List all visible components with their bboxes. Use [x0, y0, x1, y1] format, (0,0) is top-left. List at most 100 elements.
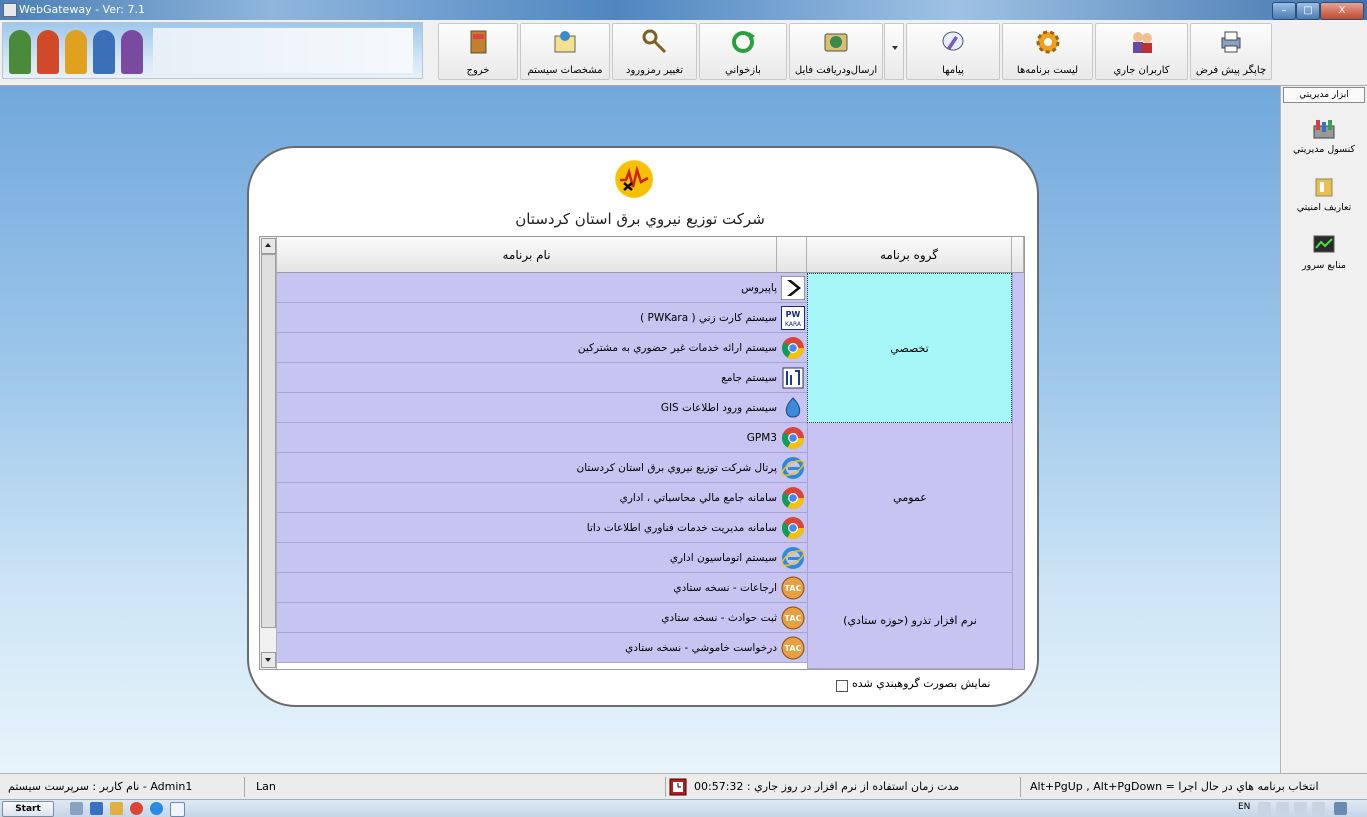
toolbar-label: كاربران جاري	[1113, 65, 1170, 76]
default-printer-button[interactable]: چاپگر پيش فرض	[1190, 23, 1272, 80]
security-definitions-item[interactable]: تعاريف امنيتي	[1281, 176, 1367, 213]
table-row[interactable]: سيستم اتوماسيون اداري	[277, 543, 807, 573]
app-icon	[3, 3, 17, 17]
programs-grid: نام برنامه گروه برنامه پاپيروس PW KARA سي…	[259, 236, 1025, 670]
gis-icon	[785, 397, 801, 418]
admin-console-icon	[1313, 120, 1335, 139]
grid-filler-column	[1012, 273, 1024, 669]
maximize-button[interactable]: □	[1296, 2, 1320, 20]
admin-tools-title[interactable]: ابزار مديريتي	[1283, 87, 1365, 103]
system-info-icon	[554, 31, 576, 53]
file-transfer-button[interactable]: ارسال‌ودريافت فايل	[789, 23, 883, 80]
chrome-icon[interactable]	[130, 802, 143, 815]
users-icon	[1132, 32, 1152, 53]
column-header-filler	[1012, 237, 1024, 273]
security-definitions-label: تعاريف امنيتي	[1296, 202, 1352, 213]
tray-icon[interactable]	[1258, 802, 1271, 815]
status-connection: Lan	[256, 780, 276, 793]
table-row[interactable]: سيستم ورود اطلاعات GIS	[277, 393, 807, 423]
chrome-icon	[782, 487, 804, 509]
language-indicator[interactable]: EN	[1238, 802, 1250, 812]
column-header-program-group[interactable]: گروه برنامه	[807, 237, 1012, 273]
file-transfer-dropdown-arrow[interactable]	[884, 23, 904, 80]
company-logo-icon	[615, 160, 653, 198]
exit-button[interactable]: خروج	[438, 23, 518, 80]
pwkara-icon: PW KARA	[781, 306, 805, 330]
program-name: سامانه جامع مالي محاسباتي ، اداري	[619, 492, 777, 504]
program-name: سيستم ورود اطلاعات GIS	[660, 402, 777, 414]
company-name: شركت توزيع نيروي برق استان كردستان	[515, 210, 765, 228]
toolbar-label: خروج	[466, 65, 490, 76]
table-row[interactable]: سيستم جامع	[277, 363, 807, 393]
group-cell-specialized[interactable]: تخصصي	[807, 273, 1012, 423]
messages-button[interactable]: پيامها	[906, 23, 1000, 80]
group-cell-tazarv[interactable]: نرم افزار تذرو (حوزه ستادي)	[807, 573, 1012, 669]
program-name: درخواست خاموشي - نسخه ستادي	[625, 642, 777, 654]
banner-image	[2, 22, 423, 79]
status-separator	[665, 777, 666, 797]
group-cell-general[interactable]: عمومي	[807, 423, 1012, 573]
webgateway-taskbar-icon[interactable]	[170, 802, 185, 817]
table-row[interactable]: سامانه جامع مالي محاسباتي ، اداري	[277, 483, 807, 513]
change-password-button[interactable]: تغيير رمزورود	[612, 23, 697, 80]
chrome-icon	[782, 337, 804, 359]
vertical-scrollbar[interactable]	[260, 237, 277, 669]
server-resources-label: منابع سرور	[1302, 260, 1346, 271]
file-transfer-icon	[824, 33, 848, 52]
table-row[interactable]: TAC ثبت حوادث - نسخه ستادي	[277, 603, 807, 633]
folder-icon[interactable]	[110, 802, 123, 815]
programs-list-button[interactable]: ليست برنامه‌ها	[1002, 23, 1093, 80]
table-row[interactable]: GPM3	[277, 423, 807, 453]
toolbar-label: بازخواني	[725, 65, 761, 76]
close-button[interactable]: X	[1320, 2, 1364, 20]
volume-icon[interactable]	[1312, 802, 1325, 815]
scroll-down-button[interactable]	[261, 652, 276, 668]
toolbar-label: ارسال‌ودريافت فايل	[794, 65, 878, 76]
internet-explorer-icon	[781, 457, 805, 479]
program-name: سيستم كارت زني ( PWKara )	[640, 312, 777, 324]
column-header-program-name[interactable]: نام برنامه	[277, 237, 777, 273]
window-title: WebGateway - Ver: 7.1	[19, 3, 146, 16]
tray-icon[interactable]	[1276, 802, 1289, 815]
server-resources-item[interactable]: منابع سرور	[1281, 234, 1367, 271]
current-users-button[interactable]: كاربران جاري	[1095, 23, 1188, 80]
svg-text:TAC: TAC	[785, 584, 802, 593]
svg-text:TAC: TAC	[785, 644, 802, 653]
tray-icon[interactable]	[1294, 802, 1307, 815]
grouped-view-checkbox[interactable]	[836, 680, 848, 692]
jame-system-icon	[782, 367, 804, 389]
table-row[interactable]: سامانه مديريت خدمات فناوري اطلاعات داتا	[277, 513, 807, 543]
table-row[interactable]: پاپيروس	[277, 273, 807, 303]
gear-icon	[1036, 30, 1059, 54]
security-definitions-icon	[1315, 178, 1333, 197]
minimize-button[interactable]: –	[1272, 2, 1296, 20]
table-row[interactable]: پرتال شركت توزيع نيروي برق استان كردستان	[277, 453, 807, 483]
message-icon	[942, 31, 964, 51]
refresh-button[interactable]: بازخواني	[699, 23, 787, 80]
scroll-up-button[interactable]	[261, 238, 276, 254]
toolbar-label: ليست برنامه‌ها	[1016, 65, 1079, 76]
svg-text:KARA: KARA	[785, 321, 802, 328]
system-info-button[interactable]: مشخصات سيستم	[520, 23, 610, 80]
taskbar-app-icon[interactable]	[70, 802, 83, 815]
admin-console-item[interactable]: كنسول مديريتي	[1281, 118, 1367, 155]
program-name: پاپيروس	[741, 282, 777, 294]
show-desktop-icon[interactable]	[1334, 802, 1347, 815]
toolbar: چاپگر پيش فرض كاربران جاري ليست برنامه‌ه…	[0, 20, 1367, 86]
column-header-icon[interactable]	[777, 237, 807, 273]
table-row[interactable]: PW KARA سيستم كارت زني ( PWKara )	[277, 303, 807, 333]
table-row[interactable]: TAC درخواست خاموشي - نسخه ستادي	[277, 633, 807, 663]
clock-icon	[669, 778, 687, 796]
scroll-thumb[interactable]	[261, 254, 276, 628]
table-row[interactable]: سيستم ارائه خدمات غير حضوري به مشتركين	[277, 333, 807, 363]
status-bar: Admin1 - نام كاربر : سرپرست سيستم Lan مد…	[0, 773, 1367, 800]
internet-explorer-icon[interactable]	[150, 802, 163, 815]
svg-text:PW: PW	[786, 310, 801, 319]
tac-icon: TAC	[781, 576, 805, 600]
program-name: ثبت حوادث - نسخه ستادي	[661, 612, 777, 624]
start-button[interactable]: Start	[2, 801, 54, 817]
title-bar: WebGateway - Ver: 7.1 – □ X	[0, 0, 1367, 20]
table-row[interactable]: TAC ارجاعات - نسخه ستادي	[277, 573, 807, 603]
taskbar-app-icon[interactable]	[90, 802, 103, 815]
toolbar-label: پيامها	[942, 65, 964, 76]
